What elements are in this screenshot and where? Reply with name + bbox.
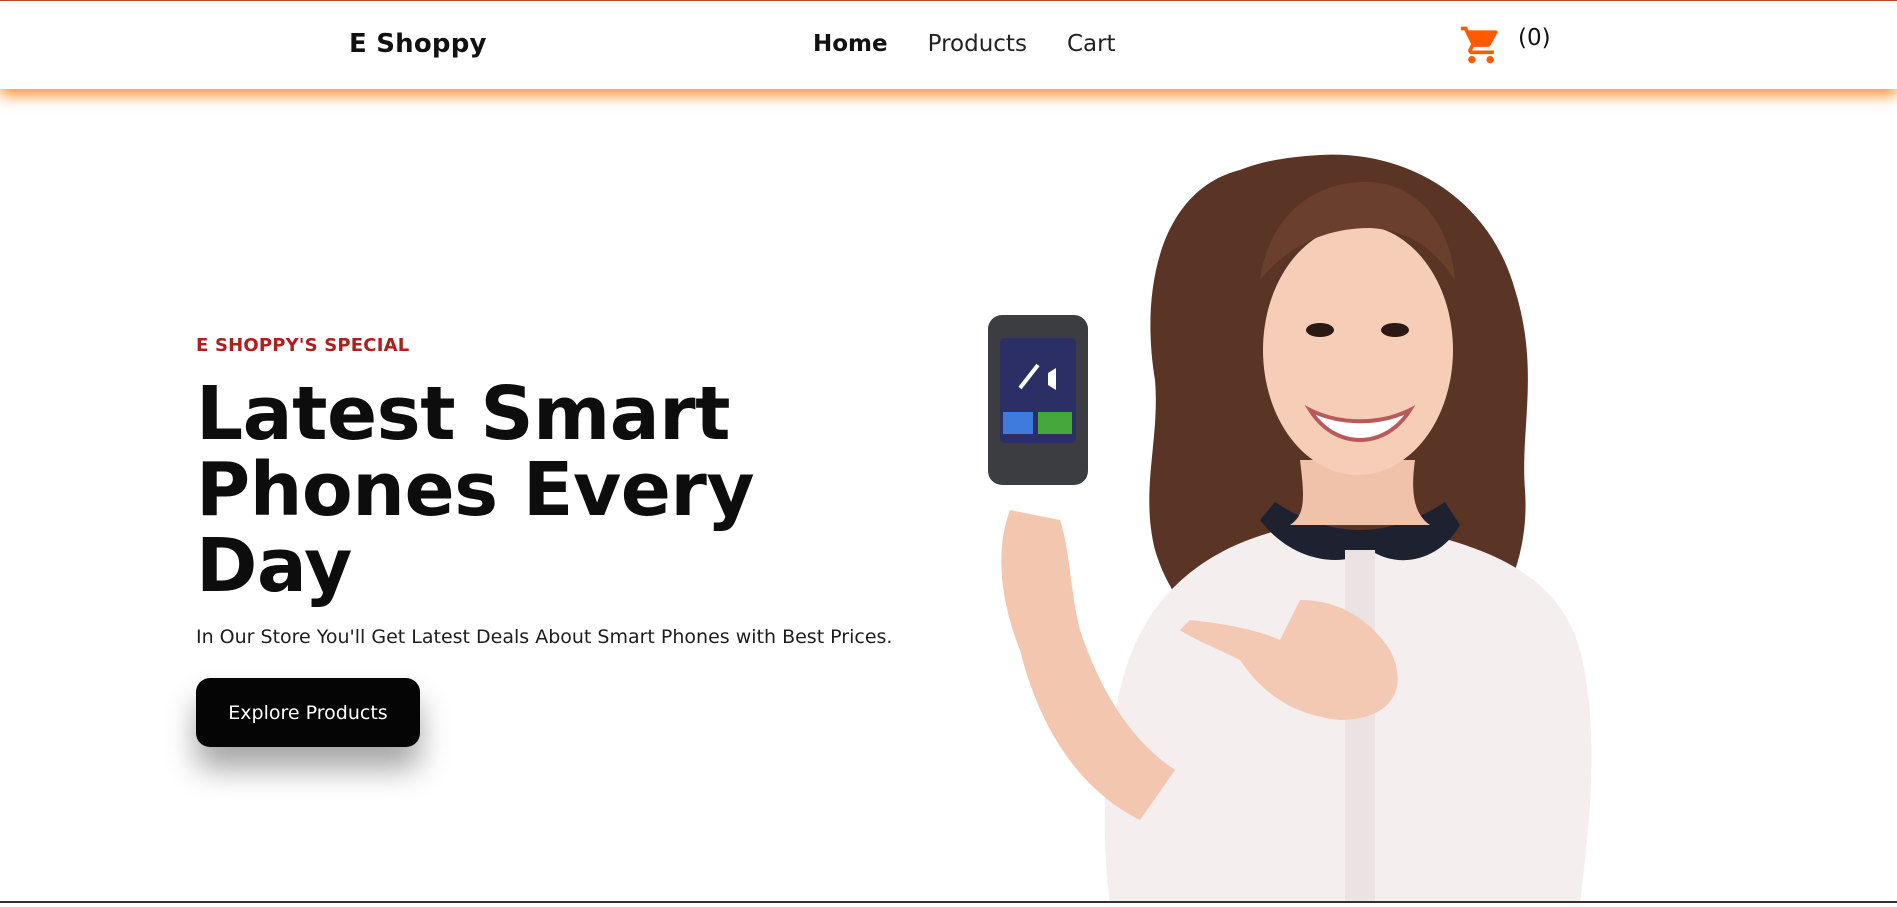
hero-image [940,130,1660,903]
explore-products-button[interactable]: Explore Products [196,678,420,747]
navbar: E Shoppy Home Products Cart (0) [0,1,1897,89]
nav-home[interactable]: Home [813,31,888,57]
nav-products[interactable]: Products [928,31,1027,57]
hero-eyebrow: E SHOPPY'S SPECIAL [196,335,410,356]
hero-headline: Latest Smart Phones Every Day [196,371,755,609]
cart-count: (0) [1518,25,1551,51]
brand-logo[interactable]: E Shoppy [349,29,487,59]
cart-button[interactable]: (0) [1458,23,1551,67]
nav-cart[interactable]: Cart [1067,31,1116,57]
hero-text: E SHOPPY'S SPECIAL Latest Smart Phones E… [196,335,956,648]
hero-subtext: In Our Store You'll Get Latest Deals Abo… [196,626,893,648]
cart-icon[interactable] [1458,23,1504,67]
main-nav: Home Products Cart [813,31,1116,57]
